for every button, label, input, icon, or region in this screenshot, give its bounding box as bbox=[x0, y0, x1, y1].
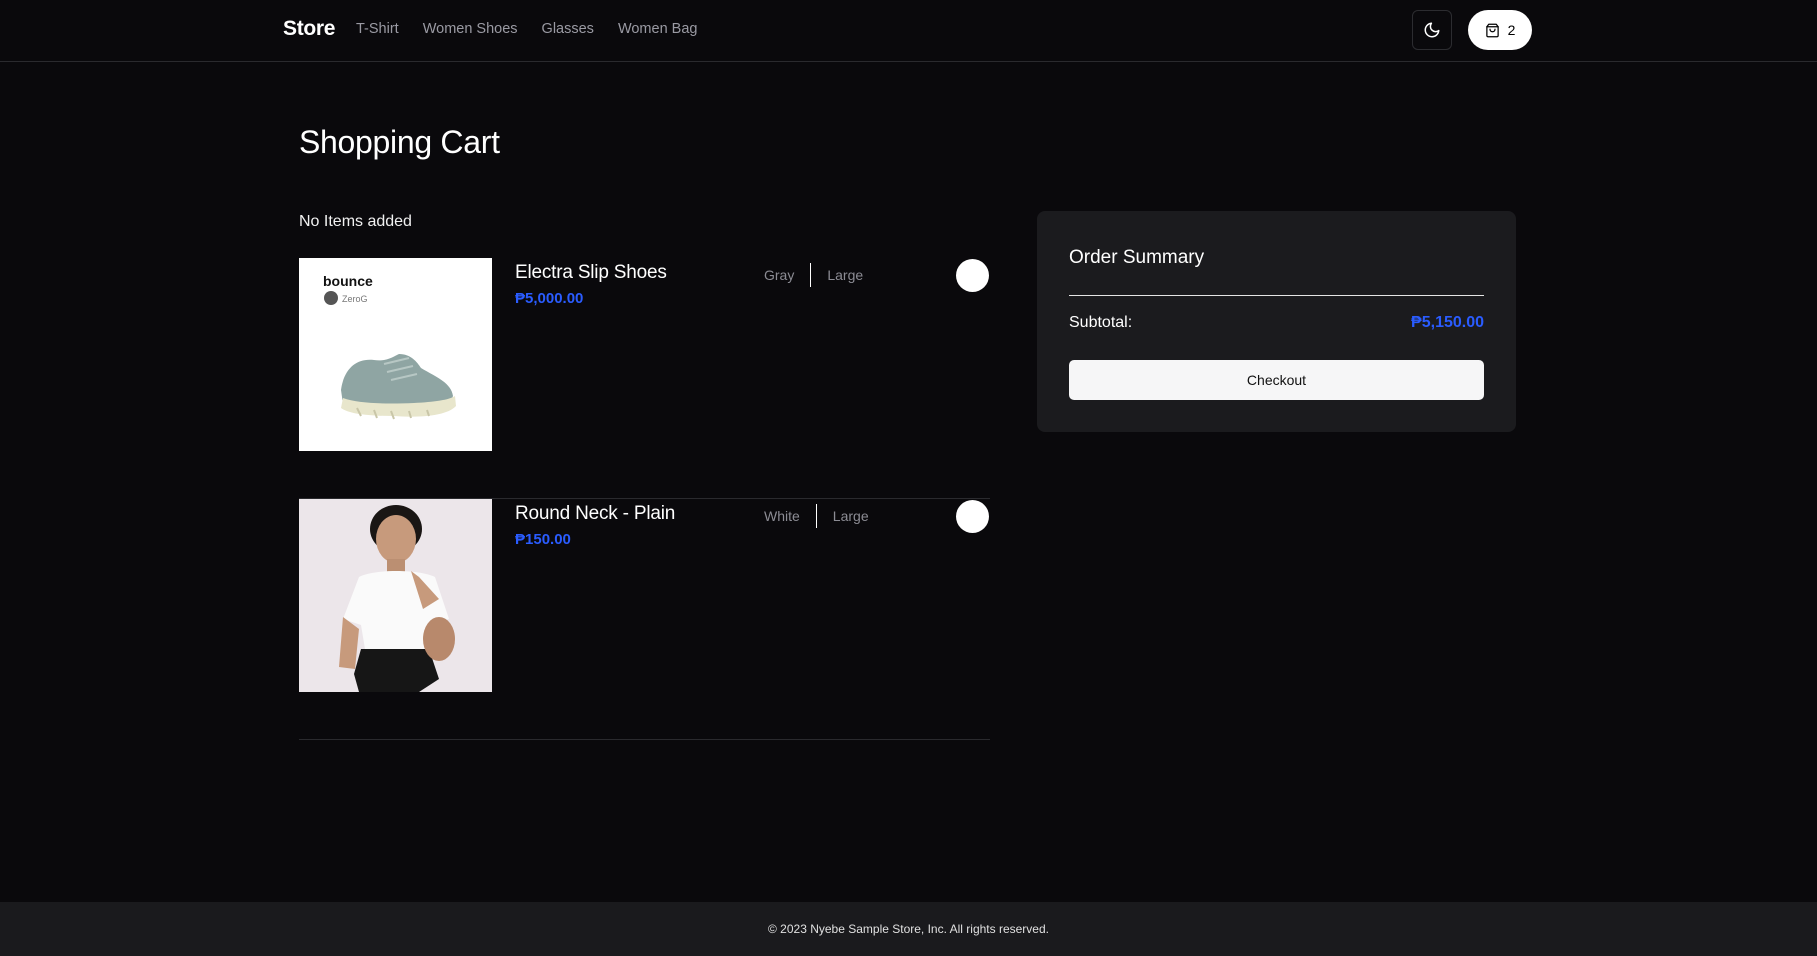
item-attributes: Gray Large bbox=[764, 263, 863, 287]
attribute-divider bbox=[810, 263, 812, 287]
page: Store T-Shirt Women Shoes Glasses Women … bbox=[0, 0, 1817, 956]
moon-icon bbox=[1424, 22, 1440, 38]
brand-logo-text: bounce bbox=[323, 273, 373, 289]
item-name[interactable]: Round Neck - Plain bbox=[515, 503, 675, 525]
item-size: Large bbox=[827, 267, 864, 283]
order-summary-panel: Order Summary Subtotal: ₱5,150.00 Checko… bbox=[1037, 211, 1516, 432]
page-title: Shopping Cart bbox=[299, 124, 500, 160]
theme-toggle-button[interactable] bbox=[1412, 10, 1452, 50]
item-attributes: White Large bbox=[764, 504, 869, 528]
subtotal-value: ₱5,150.00 bbox=[1411, 314, 1484, 331]
nav-link-glasses[interactable]: Glasses bbox=[542, 21, 594, 37]
item-name[interactable]: Electra Slip Shoes bbox=[515, 262, 667, 284]
item-price: ₱150.00 bbox=[515, 531, 571, 548]
footer: © 2023 Nyebe Sample Store, Inc. All righ… bbox=[0, 902, 1817, 956]
summary-divider bbox=[1069, 295, 1484, 296]
cart-item-list: bounce ZeroG Electra Slip Shoes ₱5,000.0… bbox=[299, 258, 990, 740]
top-navbar: Store T-Shirt Women Shoes Glasses Women … bbox=[0, 0, 1817, 62]
item-size: Large bbox=[832, 508, 869, 524]
nav-link-t-shirt[interactable]: T-Shirt bbox=[356, 21, 399, 37]
brand-sub-text: ZeroG bbox=[342, 294, 368, 304]
remove-item-button[interactable] bbox=[956, 500, 989, 533]
cart-count: 2 bbox=[1507, 22, 1516, 38]
attribute-divider bbox=[815, 504, 817, 528]
subtotal-label: Subtotal: bbox=[1069, 314, 1133, 331]
cart-item: Round Neck - Plain ₱150.00 White Large bbox=[299, 499, 990, 740]
nav-link-women-shoes[interactable]: Women Shoes bbox=[423, 21, 518, 37]
item-color: White bbox=[764, 508, 800, 524]
category-nav: T-Shirt Women Shoes Glasses Women Bag bbox=[356, 21, 697, 37]
order-summary-title: Order Summary bbox=[1069, 247, 1205, 268]
remove-item-button[interactable] bbox=[956, 259, 989, 292]
nav-link-women-bag[interactable]: Women Bag bbox=[618, 21, 698, 37]
empty-cart-message: No Items added bbox=[299, 213, 412, 230]
item-price: ₱5,000.00 bbox=[515, 290, 584, 307]
shopping-bag-icon bbox=[1485, 23, 1499, 37]
copyright-text: © 2023 Nyebe Sample Store, Inc. All righ… bbox=[768, 922, 1049, 936]
item-color: Gray bbox=[764, 267, 795, 283]
product-image-tshirt[interactable] bbox=[299, 499, 492, 692]
cart-button[interactable]: 2 bbox=[1468, 10, 1532, 50]
product-image-shoe[interactable]: bounce ZeroG bbox=[299, 258, 492, 451]
checkout-button[interactable]: Checkout bbox=[1069, 360, 1484, 400]
cart-item: bounce ZeroG Electra Slip Shoes ₱5,000.0… bbox=[299, 258, 990, 499]
store-logo[interactable]: Store bbox=[283, 17, 335, 41]
